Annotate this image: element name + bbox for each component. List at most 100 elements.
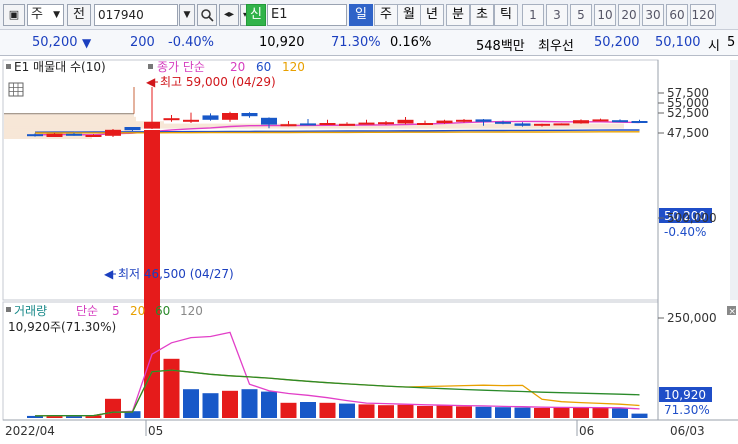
period-minute-tab[interactable]: 분 [446, 4, 470, 26]
cut-value: 5 [727, 35, 736, 50]
period-tick-tab[interactable]: 틱 [494, 4, 518, 26]
volume-bar [202, 393, 219, 418]
search-button[interactable] [197, 4, 217, 26]
current-volume-ratio-label: 71.30% [664, 403, 710, 417]
down-arrow-icon: ▼ [82, 36, 92, 50]
volume-value: 10,920 [259, 35, 305, 50]
period-10-button[interactable]: 10 [594, 4, 616, 26]
candle [378, 122, 394, 125]
prev-next-button[interactable]: ◂▸ [219, 4, 239, 26]
period-120-button[interactable]: 120 [690, 4, 716, 26]
search-icon [201, 9, 214, 22]
close-icon: × [729, 307, 737, 317]
volume-bar [495, 407, 511, 418]
volume-bar [612, 408, 628, 418]
period-20-button[interactable]: 20 [618, 4, 640, 26]
ma60-legend: 60 [256, 60, 271, 74]
price-panel-scrollbar[interactable] [730, 60, 738, 300]
period-5-button[interactable]: 5 [570, 4, 592, 26]
chart-area[interactable]: × E1 매물대 수(10) 종가 단순 20 60 120 ◀ 최고 59,0… [0, 58, 738, 441]
period-day-tab[interactable]: 일 [349, 4, 373, 26]
stock-code-input[interactable]: 017940 [94, 4, 178, 26]
volume-ma-legend-title: 단순 [76, 304, 98, 318]
toolbar: ▣ 주 ▼ 전 017940 ▼ ◂▸ ▾ 신 E1 일 주 월 년 분 초 틱… [0, 0, 738, 30]
candle [163, 118, 180, 121]
volume-ma60-legend: 60 [155, 304, 170, 318]
volume-bar [631, 413, 648, 418]
volume-bar [280, 402, 297, 418]
profile-legend: E1 매물대 수(10) [14, 60, 106, 74]
volume-bar [553, 407, 570, 418]
volume-bar [261, 391, 277, 418]
candle [261, 117, 277, 125]
chevron-down-icon: ▼ [53, 10, 60, 20]
volume-axis-label: 500,000 [667, 211, 717, 225]
window-menu-icon[interactable]: ▣ [3, 4, 25, 26]
period-week-tab[interactable]: 주 [374, 4, 398, 26]
stock-name-field[interactable]: E1 [267, 4, 347, 26]
volume-bar [475, 406, 492, 418]
volume-bar [105, 398, 121, 418]
ask-price: 50,200 [594, 35, 640, 50]
candle [202, 115, 219, 120]
stock-chart[interactable]: × E1 매물대 수(10) 종가 단순 20 60 120 ◀ 최고 59,0… [0, 58, 738, 441]
candle [495, 121, 511, 124]
candle [631, 121, 648, 123]
all-button[interactable]: 전 [67, 4, 91, 26]
period-3-button[interactable]: 3 [546, 4, 568, 26]
volume-ma120-legend: 120 [180, 304, 203, 318]
current-volume-axis-label: 10,920 [664, 388, 706, 402]
period-year-tab[interactable]: 년 [420, 4, 444, 26]
price-change-rate: -0.40% [168, 35, 214, 50]
candle [612, 120, 628, 123]
ma120-legend: 120 [282, 60, 305, 74]
period-60-button[interactable]: 60 [666, 4, 688, 26]
candle [456, 119, 472, 122]
candle [280, 124, 297, 127]
candle [183, 119, 199, 122]
volume-bar [592, 407, 609, 418]
volume-ma5-legend: 5 [112, 304, 120, 318]
candle [339, 123, 355, 126]
candle [534, 123, 550, 126]
code-dropdown-button[interactable]: ▼ [179, 4, 195, 26]
date-month2-label: 06 [579, 424, 594, 438]
price-axis-label: 57,500 [667, 86, 709, 100]
volume-current-label: 10,920주(71.30%) [8, 320, 116, 334]
volume-ma20-legend: 20 [130, 304, 145, 318]
type-select[interactable]: 주 ▼ [27, 4, 64, 26]
stock-code-value: 017940 [98, 8, 144, 22]
max-label: 최고 59,000 (04/29) [160, 75, 276, 89]
candle [514, 123, 531, 126]
type-select-value: 주 [31, 7, 43, 22]
period-second-tab[interactable]: 초 [470, 4, 494, 26]
volume-bar [319, 402, 336, 418]
candle [241, 113, 258, 117]
candle [319, 123, 336, 125]
candle [475, 119, 492, 122]
volume-bar [300, 402, 316, 418]
date-left-label: 2022/04 [5, 424, 55, 438]
candle [358, 122, 375, 125]
period-30-button[interactable]: 30 [642, 4, 664, 26]
candle [46, 133, 63, 137]
volume-bar [222, 390, 238, 418]
volume-bar [339, 403, 355, 418]
period-1-button[interactable]: 1 [522, 4, 544, 26]
panel-icon [148, 64, 153, 69]
grid-toggle-icon[interactable] [8, 82, 24, 97]
volume-bar [358, 404, 375, 418]
period-month-tab[interactable]: 월 [397, 4, 421, 26]
trade-amount: 548백만 [476, 39, 525, 54]
candle [144, 121, 160, 129]
new-badge[interactable]: 신 [246, 4, 266, 26]
candle [222, 113, 238, 120]
volume-legend-title: 거래량 [14, 304, 47, 318]
candle [66, 133, 82, 136]
current-change-axis-label: -0.40% [664, 225, 706, 239]
volume-bar [163, 358, 180, 418]
volume-bar [456, 406, 472, 418]
current-price: 50,200 [32, 35, 78, 50]
price-change: 200 [130, 35, 155, 50]
candle [573, 120, 589, 124]
